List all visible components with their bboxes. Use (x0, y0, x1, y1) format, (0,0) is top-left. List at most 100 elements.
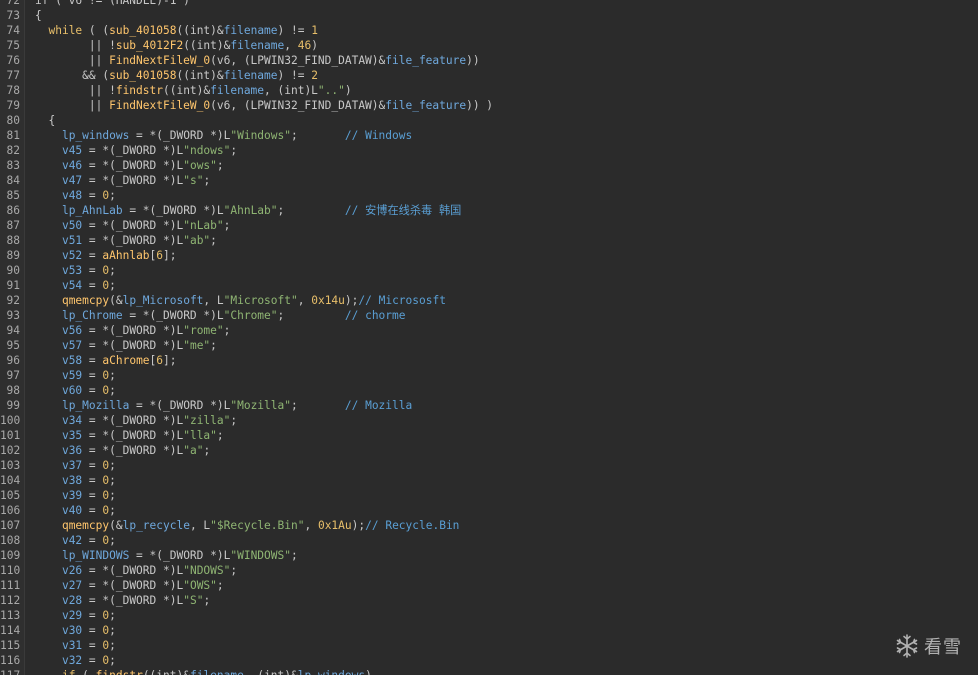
code-text[interactable]: while ( (sub_401058((int)&filename) != 1 (35, 23, 317, 38)
code-line[interactable]: 72 if ( v6 != (HANDLE)-1 ) (0, 0, 978, 8)
code-token: || (35, 99, 110, 112)
code-line[interactable]: 111 v27 = *(_DWORD *)L"OWS"; (0, 578, 978, 593)
code-text[interactable]: v34 = *(_DWORD *)L"zilla"; (35, 413, 237, 428)
code-line[interactable]: 106 v40 = 0; (0, 503, 978, 518)
code-line[interactable]: 105 v39 = 0; (0, 488, 978, 503)
code-text[interactable]: || !sub_4012F2((int)&filename, 46) (35, 38, 318, 53)
code-line[interactable]: 78 || !findstr((int)&filename, (int)L"..… (0, 83, 978, 98)
code-line[interactable]: 97 v59 = 0; (0, 368, 978, 383)
code-line[interactable]: 83 v46 = *(_DWORD *)L"ows"; (0, 158, 978, 173)
code-text[interactable]: lp_Mozilla = *(_DWORD *)L"Mozilla"; // M… (35, 398, 412, 413)
code-line[interactable]: 77 && (sub_401058((int)&filename) != 2 (0, 68, 978, 83)
code-line[interactable]: 108 v42 = 0; (0, 533, 978, 548)
code-line[interactable]: 107 qmemcpy(&lp_recycle, L"$Recycle.Bin"… (0, 518, 978, 533)
code-text[interactable]: v58 = aChrome[6]; (35, 353, 177, 368)
code-text[interactable]: && (sub_401058((int)&filename) != 2 (35, 68, 318, 83)
code-text[interactable]: lp_Chrome = *(_DWORD *)L"Chrome"; // cho… (35, 308, 406, 323)
code-line[interactable]: 79 || FindNextFileW_0(v6, (LPWIN32_FIND_… (0, 98, 978, 113)
code-line[interactable]: 110 v26 = *(_DWORD *)L"NDOWS"; (0, 563, 978, 578)
code-text[interactable]: if ( v6 != (HANDLE)-1 ) (35, 0, 190, 8)
code-line[interactable]: 117 if ( findstr((int)&filename, (int)&l… (0, 668, 978, 675)
code-text[interactable]: v46 = *(_DWORD *)L"ows"; (35, 158, 224, 173)
code-line[interactable]: 109 lp_WINDOWS = *(_DWORD *)L"WINDOWS"; (0, 548, 978, 563)
code-text[interactable]: v45 = *(_DWORD *)L"ndows"; (35, 143, 237, 158)
code-line[interactable]: 115 v31 = 0; (0, 638, 978, 653)
code-text[interactable]: v42 = 0; (35, 533, 116, 548)
code-text[interactable]: v29 = 0; (35, 608, 116, 623)
code-line[interactable]: 92 qmemcpy(&lp_Microsoft, L"Microsoft", … (0, 293, 978, 308)
code-text[interactable]: v47 = *(_DWORD *)L"s"; (35, 173, 210, 188)
code-text[interactable]: || !findstr((int)&filename, (int)L"..") (35, 83, 352, 98)
code-line[interactable]: 76 || FindNextFileW_0(v6, (LPWIN32_FIND_… (0, 53, 978, 68)
code-line[interactable]: 93 lp_Chrome = *(_DWORD *)L"Chrome"; // … (0, 308, 978, 323)
code-text[interactable]: || FindNextFileW_0(v6, (LPWIN32_FIND_DAT… (35, 53, 480, 68)
code-text[interactable]: v53 = 0; (35, 263, 116, 278)
code-text[interactable]: qmemcpy(&lp_recycle, L"$Recycle.Bin", 0x… (35, 518, 459, 533)
code-line[interactable]: 94 v56 = *(_DWORD *)L"rome"; (0, 323, 978, 338)
code-line[interactable]: 113 v29 = 0; (0, 608, 978, 623)
line-number: 97 (6, 369, 20, 382)
code-line[interactable]: 112 v28 = *(_DWORD *)L"S"; (0, 593, 978, 608)
code-token: ]; (163, 249, 177, 262)
code-text[interactable]: v28 = *(_DWORD *)L"S"; (35, 593, 210, 608)
line-number: 75 (6, 39, 20, 52)
code-line[interactable]: 104 v38 = 0; (0, 473, 978, 488)
code-text[interactable]: v40 = 0; (35, 503, 116, 518)
code-line[interactable]: 98 v60 = 0; (0, 383, 978, 398)
code-line[interactable]: 95 v57 = *(_DWORD *)L"me"; (0, 338, 978, 353)
code-line[interactable]: 73 { (0, 8, 978, 23)
code-text[interactable]: v32 = 0; (35, 653, 116, 668)
code-text[interactable]: v51 = *(_DWORD *)L"ab"; (35, 233, 217, 248)
code-text[interactable]: lp_WINDOWS = *(_DWORD *)L"WINDOWS"; (35, 548, 298, 563)
code-text[interactable]: v27 = *(_DWORD *)L"OWS"; (35, 578, 224, 593)
code-text[interactable]: { (35, 113, 55, 128)
code-line[interactable]: 85 v48 = 0; (0, 188, 978, 203)
code-text[interactable]: v38 = 0; (35, 473, 116, 488)
code-text[interactable]: lp_AhnLab = *(_DWORD *)L"AhnLab"; // 安博在… (35, 203, 461, 218)
code-line[interactable]: 99 lp_Mozilla = *(_DWORD *)L"Mozilla"; /… (0, 398, 978, 413)
code-text[interactable]: v56 = *(_DWORD *)L"rome"; (35, 323, 230, 338)
code-text[interactable]: v59 = 0; (35, 368, 116, 383)
code-line[interactable]: 91 v54 = 0; (0, 278, 978, 293)
code-line[interactable]: 87 v50 = *(_DWORD *)L"nLab"; (0, 218, 978, 233)
code-text[interactable]: v50 = *(_DWORD *)L"nLab"; (35, 218, 230, 233)
code-line[interactable]: 89 v52 = aAhnlab[6]; (0, 248, 978, 263)
code-text[interactable]: v52 = aAhnlab[6]; (35, 248, 177, 263)
code-line[interactable]: 86 lp_AhnLab = *(_DWORD *)L"AhnLab"; // … (0, 203, 978, 218)
code-text[interactable]: v35 = *(_DWORD *)L"lla"; (35, 428, 224, 443)
code-text[interactable]: v36 = *(_DWORD *)L"a"; (35, 443, 210, 458)
code-text[interactable]: v37 = 0; (35, 458, 116, 473)
code-text[interactable]: v30 = 0; (35, 623, 116, 638)
code-line[interactable]: 81 lp_windows = *(_DWORD *)L"Windows"; /… (0, 128, 978, 143)
code-line[interactable]: 114 v30 = 0; (0, 623, 978, 638)
code-text[interactable]: lp_windows = *(_DWORD *)L"Windows"; // W… (35, 128, 412, 143)
code-line[interactable]: 116 v32 = 0; (0, 653, 978, 668)
code-line[interactable]: 100 v34 = *(_DWORD *)L"zilla"; (0, 413, 978, 428)
code-line[interactable]: 80 { (0, 113, 978, 128)
code-line[interactable]: 82 v45 = *(_DWORD *)L"ndows"; (0, 143, 978, 158)
code-text[interactable]: v57 = *(_DWORD *)L"me"; (35, 338, 217, 353)
code-line[interactable]: 84 v47 = *(_DWORD *)L"s"; (0, 173, 978, 188)
code-line[interactable]: 75 || !sub_4012F2((int)&filename, 46) (0, 38, 978, 53)
code-line[interactable]: 102 v36 = *(_DWORD *)L"a"; (0, 443, 978, 458)
code-line[interactable]: 101 v35 = *(_DWORD *)L"lla"; (0, 428, 978, 443)
code-text[interactable]: { (35, 8, 42, 23)
code-text[interactable]: v48 = 0; (35, 188, 116, 203)
code-line[interactable]: 88 v51 = *(_DWORD *)L"ab"; (0, 233, 978, 248)
code-text[interactable]: v39 = 0; (35, 488, 116, 503)
code-lines[interactable]: 72 if ( v6 != (HANDLE)-1 ) 73 {74 while ( (… (0, 0, 978, 675)
code-text[interactable]: if ( findstr((int)&filename, (int)&lp_wi… (35, 668, 372, 675)
code-text[interactable]: || FindNextFileW_0(v6, (LPWIN32_FIND_DAT… (35, 98, 493, 113)
code-line[interactable]: 74 while ( (sub_401058((int)&filename) !… (0, 23, 978, 38)
code-text[interactable]: v54 = 0; (35, 278, 116, 293)
code-token: v31 (61, 639, 83, 652)
code-text[interactable]: v31 = 0; (35, 638, 116, 653)
code-text[interactable]: qmemcpy(&lp_Microsoft, L"Microsoft", 0x1… (35, 293, 446, 308)
code-line[interactable]: 90 v53 = 0; (0, 263, 978, 278)
code-line[interactable]: 103 v37 = 0; (0, 458, 978, 473)
code-line[interactable]: 96 v58 = aChrome[6]; (0, 353, 978, 368)
pseudocode-view[interactable]: 72 if ( v6 != (HANDLE)-1 ) 73 {74 while ( (… (0, 0, 978, 675)
code-text[interactable]: v26 = *(_DWORD *)L"NDOWS"; (35, 563, 237, 578)
code-text[interactable]: v60 = 0; (35, 383, 116, 398)
